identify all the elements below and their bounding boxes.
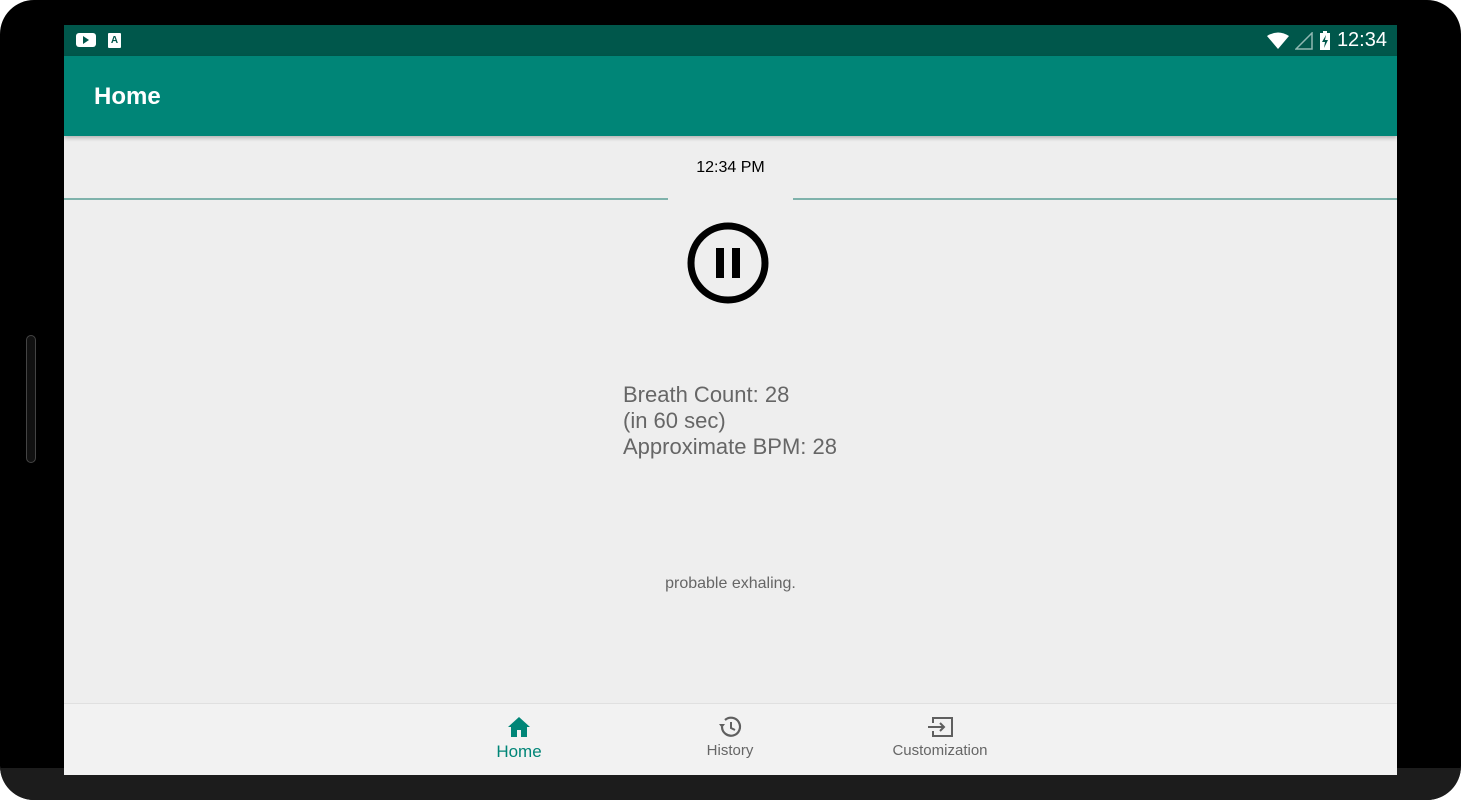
breath-count-text: Breath Count: 28 [623,382,790,407]
duration-text: (in 60 sec) [623,408,726,433]
input-icon [928,717,953,737]
wifi-icon [1266,32,1289,50]
pause-circle-icon [687,222,769,304]
youtube-icon [76,33,96,47]
signal-icon [1294,31,1313,50]
current-time-label: 12:34 PM [696,159,765,176]
page-title: Home [94,83,161,110]
nav-label-home: Home [496,742,542,761]
battery-charging-icon [1319,30,1331,51]
divider-left [64,198,668,200]
bpm-text: Approximate BPM: 28 [623,434,837,459]
nav-item-customization[interactable]: Customization [860,714,1020,759]
bottom-navigation: Home History Customization [64,703,1397,775]
breathing-status-message: probable exhaling. [665,575,796,592]
nav-item-history[interactable]: History [650,714,810,759]
divider-right [793,198,1397,200]
breath-info: Breath Count: 28 (in 60 sec) Approximate… [623,382,837,460]
a-icon: A [108,33,121,48]
nav-label-customization: Customization [892,742,988,759]
home-icon [508,717,530,737]
device-frame: A 12:34 Home 12:34 PM Breath Count: 28 (… [0,0,1461,800]
pause-button[interactable] [686,221,770,305]
app-bar: Home [64,56,1397,136]
status-clock: 12:34 [1336,29,1387,51]
app-screen: A 12:34 Home 12:34 PM Breath Count: 28 (… [64,25,1397,775]
nav-label-history: History [706,742,754,759]
status-notifications: A [76,33,121,48]
history-icon [719,716,742,737]
nav-item-home[interactable]: Home [439,714,599,762]
status-bar: A 12:34 [64,25,1397,56]
device-side-button [26,335,36,463]
status-system-icons: 12:34 [1266,29,1387,52]
